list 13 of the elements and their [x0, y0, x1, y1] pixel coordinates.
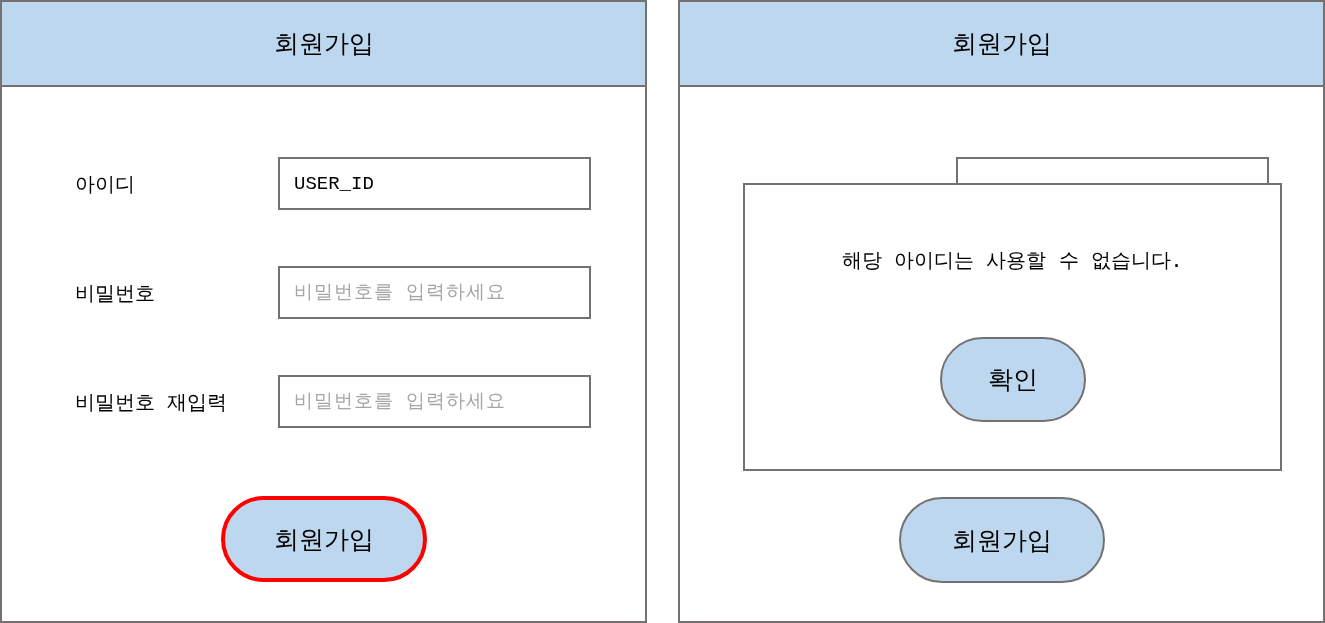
signup-button[interactable]: 회원가입 [898, 497, 1105, 583]
input-field[interactable]: USER_ID [278, 157, 591, 210]
signup-button[interactable]: 회원가입 [220, 496, 427, 582]
dialog-message: 해당 아이디는 사용할 수 없습니다. [842, 247, 1183, 273]
input-field[interactable]: 비밀번호를 입력하세요 [278, 266, 591, 319]
field-label: 비밀번호 [75, 279, 155, 306]
field-label: 비밀번호 재입력 [75, 388, 228, 415]
field-label: 아이디 [75, 170, 135, 197]
input-field[interactable]: 비밀번호를 입력하세요 [278, 375, 591, 428]
confirm-button[interactable]: 확인 [939, 337, 1086, 422]
header-title: 회원가입 [951, 28, 1052, 59]
header-title: 회원가입 [273, 28, 374, 59]
input-field[interactable] [956, 157, 1269, 183]
